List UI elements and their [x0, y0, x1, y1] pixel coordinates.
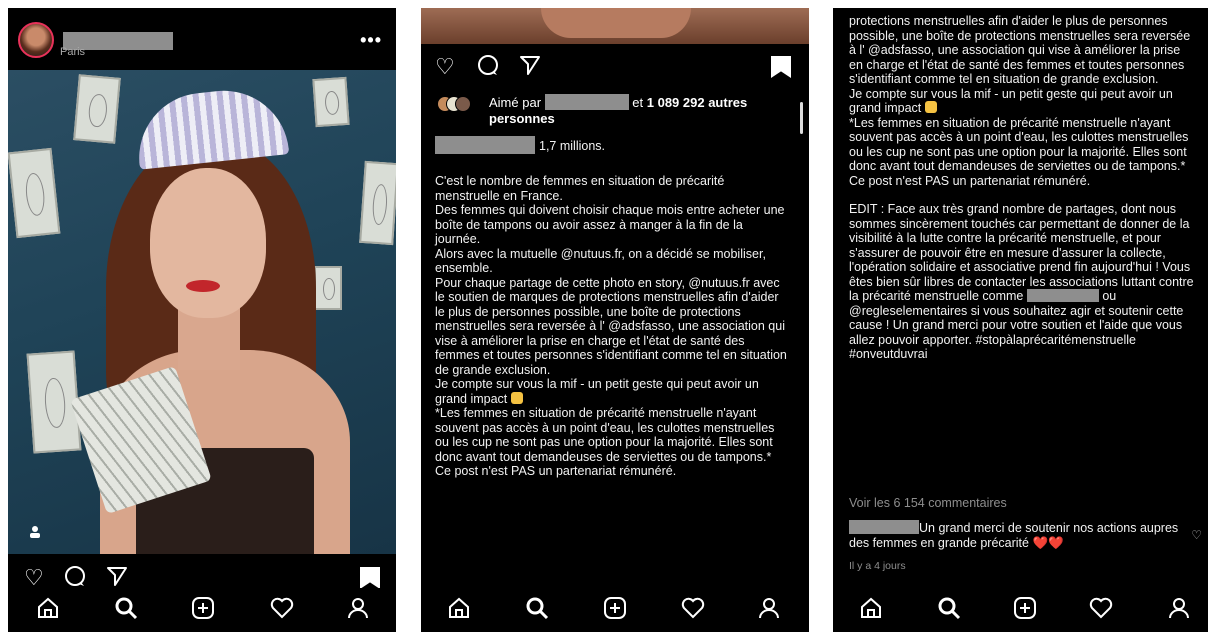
- caption-spacer: [849, 188, 1194, 202]
- caption-paragraph: protections menstruelles afin d'aider le…: [849, 14, 1191, 86]
- home-icon[interactable]: [36, 596, 60, 626]
- profile-icon[interactable]: [1167, 596, 1191, 626]
- avatar[interactable]: [18, 22, 54, 58]
- post-photo[interactable]: [8, 70, 396, 554]
- caption-paragraph: EDIT : Face aux très grand nombre de par…: [849, 202, 1194, 362]
- caption-text: Je compte sur vous la mif - un petit ges…: [435, 377, 759, 406]
- fist-emoji-icon: [510, 391, 523, 404]
- caption-paragraph: Ce post n'est PAS un partenariat rémunér…: [849, 173, 1091, 188]
- bottom-nav: [8, 588, 396, 632]
- avatar: [455, 96, 471, 112]
- redacted-username[interactable]: [544, 94, 629, 110]
- caption-paragraph: Je compte sur vous la mif - un petit ges…: [849, 87, 1194, 116]
- share-icon[interactable]: [519, 54, 541, 82]
- post-header: Paris •••: [8, 8, 396, 70]
- scrollbar[interactable]: [800, 102, 803, 134]
- comment-icon[interactable]: [477, 54, 499, 82]
- add-icon[interactable]: [1013, 596, 1037, 626]
- heart-icon[interactable]: [1089, 596, 1113, 626]
- comment-like-icon[interactable]: ♡: [1191, 528, 1202, 542]
- likes-suffix: et: [632, 95, 647, 110]
- profile-icon[interactable]: [757, 596, 781, 626]
- post-actions: ♡: [421, 50, 809, 86]
- caption-paragraph: Des femmes qui doivent choisir chaque mo…: [435, 203, 785, 246]
- caption-paragraph: Je compte sur vous la mif - un petit ges…: [435, 377, 790, 406]
- banknote-image: [314, 266, 342, 310]
- photo-lips: [186, 280, 220, 292]
- caption-paragraph: C'est le nombre de femmes en situation d…: [435, 174, 725, 203]
- view-comments-link[interactable]: Voir les 6 154 commentaires: [849, 496, 1007, 510]
- bottom-nav: [833, 588, 1208, 632]
- user-tag-icon[interactable]: [28, 525, 44, 541]
- banknote-image: [359, 160, 396, 246]
- bookmark-icon[interactable]: [360, 567, 380, 589]
- search-icon[interactable]: [937, 596, 961, 626]
- redacted-username[interactable]: [849, 520, 919, 534]
- banknote-image: [312, 76, 350, 128]
- banknote-image: [8, 147, 61, 239]
- comment-timestamp: Il y a 4 jours: [849, 560, 906, 572]
- likes-prefix: Aimé par: [489, 95, 542, 110]
- add-icon[interactable]: [603, 596, 627, 626]
- caption-paragraph: Pour chaque partage de cette photo en st…: [435, 275, 787, 377]
- post-location[interactable]: Paris: [60, 46, 85, 58]
- caption-paragraph: Alors avec la mutuelle @nutuus.fr, on a …: [435, 246, 766, 276]
- likes-summary[interactable]: Aimé par et 1 089 292 autres personnes: [489, 94, 779, 127]
- caption-headline: 1,7 millions.: [435, 136, 795, 156]
- caption-paragraph: *Les femmes en situation de précarité me…: [849, 115, 1189, 174]
- home-icon[interactable]: [447, 596, 471, 626]
- post-screen-photo: Paris ••• ♡: [8, 8, 396, 632]
- caption-head: 1,7 millions.: [539, 139, 605, 153]
- caption-body: C'est le nombre de femmes en situation d…: [435, 174, 790, 479]
- likers-avatars[interactable]: [437, 96, 477, 112]
- profile-icon[interactable]: [346, 596, 370, 626]
- caption-text: Je compte sur vous la mif - un petit ges…: [849, 86, 1173, 116]
- caption-body: protections menstruelles afin d'aider le…: [849, 14, 1194, 362]
- redacted-username[interactable]: [435, 136, 535, 154]
- caption-paragraph: Ce post n'est PAS un partenariat rémunér…: [435, 464, 677, 478]
- banknote-image: [73, 74, 121, 144]
- more-options-icon[interactable]: •••: [360, 30, 382, 51]
- post-screen-comments: protections menstruelles afin d'aider le…: [833, 8, 1208, 632]
- caption-paragraph: *Les femmes en situation de précarité me…: [435, 406, 775, 464]
- heart-emoji-icon: ❤️❤️: [1032, 536, 1064, 550]
- redacted-mention[interactable]: [1026, 289, 1099, 302]
- heart-icon[interactable]: [681, 596, 705, 626]
- like-icon[interactable]: ♡: [435, 54, 455, 80]
- home-icon[interactable]: [859, 596, 883, 626]
- post-photo-cropped[interactable]: [421, 8, 809, 44]
- bottom-nav: [421, 588, 809, 632]
- heart-icon[interactable]: [270, 596, 294, 626]
- photo-face: [150, 168, 266, 318]
- search-icon[interactable]: [525, 596, 549, 626]
- caption-edit-text: EDIT : Face aux très grand nombre de par…: [849, 202, 1194, 303]
- comment: Un grand merci de soutenir nos actions a…: [849, 520, 1179, 551]
- add-icon[interactable]: [191, 596, 215, 626]
- bookmark-icon[interactable]: [771, 56, 791, 78]
- fist-emoji-icon: [924, 101, 937, 113]
- post-screen-caption: ♡ Aimé par et 1 089 292 autres personnes…: [421, 8, 809, 632]
- search-icon[interactable]: [114, 596, 138, 626]
